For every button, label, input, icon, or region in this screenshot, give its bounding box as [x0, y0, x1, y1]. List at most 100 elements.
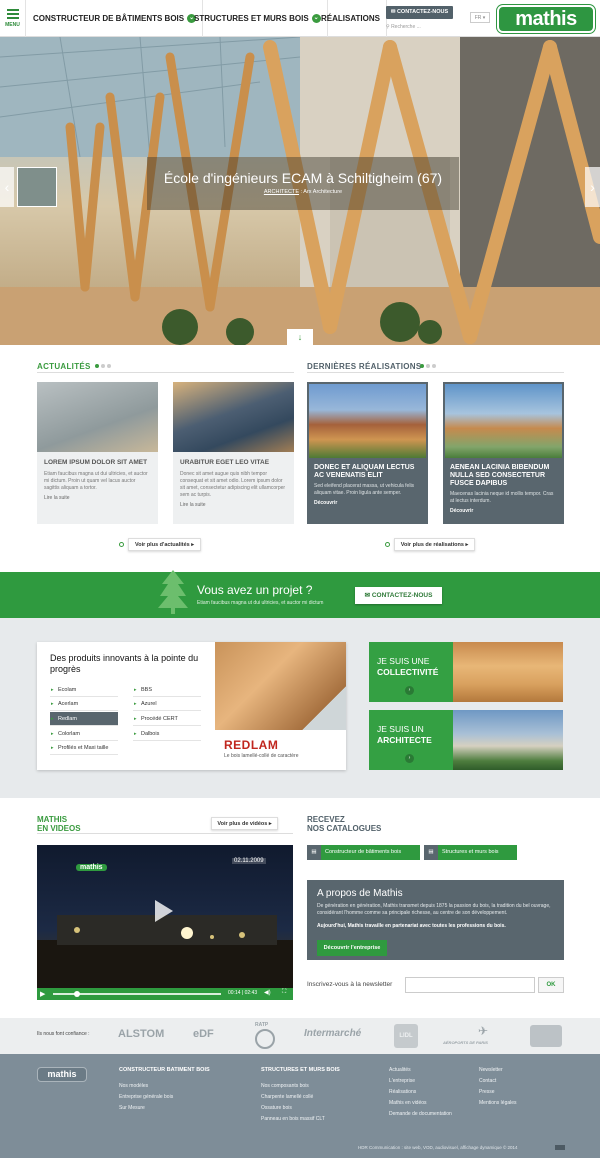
scroll-down-button[interactable]: ↓	[287, 329, 313, 345]
footer-link[interactable]: Ossature bois	[261, 1103, 325, 1114]
work-card[interactable]: AENEAN LACINIA BIBENDUM NULLA SED CONSEC…	[443, 382, 564, 524]
more-news-button[interactable]: Voir plus d'actualités ▸	[128, 538, 201, 551]
footer-link[interactable]: Nos modèles	[119, 1081, 173, 1092]
mathis-logo[interactable]: mathis	[497, 5, 595, 33]
news-card[interactable]: LOREM IPSUM DOLOR SIT AMET Etiam faucibu…	[37, 382, 158, 524]
hamburger-icon	[6, 9, 19, 19]
hero-title: École d'ingénieurs ECAM à Schiltigheim (…	[163, 170, 443, 186]
footer-link[interactable]: Actualités	[389, 1065, 452, 1076]
footer-link[interactable]: Mentions légales	[479, 1098, 517, 1109]
language-select[interactable]: FR ▾	[470, 12, 490, 23]
footer-link[interactable]: Newsletter	[479, 1065, 517, 1076]
role-line1: JE SUIS UNE	[377, 656, 430, 666]
product-link[interactable]: Ecolam	[50, 683, 118, 697]
works-pager-dots[interactable]	[420, 363, 438, 370]
architect-link[interactable]: ARCHITECTE	[264, 189, 299, 195]
nav-constructeur[interactable]: CONSTRUCTEUR DE BÂTIMENTS BOIS ⌄	[27, 0, 204, 37]
role-collectivite[interactable]: JE SUIS UNE COLLECTIVITÉ ›	[369, 642, 563, 702]
catalogue-constructeur-button[interactable]: ▤ Constructeur de bâtiments bois	[307, 845, 420, 860]
divider	[37, 833, 293, 834]
pager-dot[interactable]	[385, 542, 390, 547]
product-link[interactable]: BBS	[133, 683, 201, 697]
slide-thumbnail[interactable]	[17, 167, 57, 207]
role-text: JE SUIS UNE COLLECTIVITÉ	[377, 656, 438, 678]
mail-icon: ✉	[364, 592, 372, 599]
nav-label: RÉALISATIONS	[321, 14, 380, 23]
news-card[interactable]: URABITUR EGET LEO VITAE Donec sit amet a…	[173, 382, 294, 524]
divider	[37, 372, 294, 373]
role-line2: COLLECTIVITÉ	[377, 667, 439, 677]
partners-bar	[0, 1018, 600, 1054]
footer-col-1: Nos modèles Entreprise générale bois Sur…	[119, 1081, 173, 1114]
menu-button[interactable]: MENU	[0, 0, 26, 37]
work-link[interactable]: Découvrir	[443, 505, 564, 514]
footer-link[interactable]: Sur Mesure	[119, 1103, 173, 1114]
footer-heading[interactable]: CONSTRUCTEUR BATIMENT BOIS	[119, 1067, 210, 1073]
play-icon[interactable]	[155, 900, 173, 922]
footer-link[interactable]: Charpente lamellé collé	[261, 1092, 325, 1103]
more-works-button[interactable]: Voir plus de réalisations ▸	[394, 538, 475, 551]
catalogues-heading-2: NOS CATALOGUES	[307, 824, 382, 833]
more-label: Voir plus d'actualités	[135, 542, 190, 548]
newsletter-label: Inscrivez-vous à la newsletter	[307, 981, 393, 988]
hdr-logo-icon	[555, 1145, 565, 1150]
role-architecte[interactable]: JE SUIS UN ARCHITECTE ›	[369, 710, 563, 770]
videos-heading-2: EN VIDEOS	[37, 824, 81, 833]
progress-handle[interactable]	[74, 991, 80, 997]
footer-logo[interactable]: mathis	[37, 1067, 87, 1082]
news-pager-dots[interactable]	[95, 363, 113, 370]
about-button[interactable]: Découvrir l'entreprise	[317, 940, 387, 956]
role-text: JE SUIS UN ARCHITECTE	[377, 724, 432, 746]
product-link[interactable]: Colorlam	[50, 727, 118, 741]
header-contact-button[interactable]: ✉ CONTACTEZ-NOUS	[386, 6, 453, 19]
newsletter-input[interactable]	[405, 977, 535, 993]
products-title: Des produits innovants à la pointe du pr…	[50, 653, 199, 674]
footer-link[interactable]: Réalisations	[389, 1087, 452, 1098]
work-card[interactable]: DONEC ET ALIQUAM LECTUS AC VENENATIS ELI…	[307, 382, 428, 524]
nav-structures[interactable]: STRUCTURES ET MURS BOIS ⌄	[188, 0, 328, 37]
product-link[interactable]: Procédé CERT	[133, 712, 201, 726]
footer-link[interactable]: Mathis en vidéos	[389, 1098, 452, 1109]
chevron-right-icon: ›	[405, 754, 414, 763]
product-link-active[interactable]: Redlam	[50, 712, 118, 726]
work-text: Maecenas lacinia neque id mollis tempor.…	[450, 491, 554, 504]
prev-slide-button[interactable]: ‹	[0, 167, 14, 207]
product-link[interactable]: Dalbois	[133, 727, 201, 741]
footer-link[interactable]: Entreprise générale bois	[119, 1092, 173, 1103]
more-label: Voir plus de réalisations	[400, 542, 464, 548]
footer-link[interactable]: Panneau en bois massif CLT	[261, 1114, 325, 1125]
footer-link[interactable]: Nos composants bois	[261, 1081, 325, 1092]
play-button[interactable]: ▶	[40, 990, 45, 998]
footer-col-3: Actualités L'entreprise Réalisations Mat…	[389, 1065, 452, 1120]
volume-icon[interactable]: ◀)	[264, 989, 271, 996]
nav-realisations[interactable]: RÉALISATIONS	[315, 0, 387, 37]
product-link[interactable]: Azurel	[133, 697, 201, 711]
footer-col-4: Newsletter Contact Presse Mentions légal…	[479, 1065, 517, 1109]
footer-link[interactable]: Demande de documentation	[389, 1109, 452, 1120]
chevron-left-icon: ‹	[4, 179, 10, 195]
news-link[interactable]: Lire la suite	[37, 492, 158, 501]
search-input[interactable]: ⚲ Recherche ...	[386, 22, 466, 33]
footer-heading[interactable]: STRUCTURES ET MURS BOIS	[261, 1067, 340, 1073]
videos-heading: MATHIS EN VIDEOS	[37, 815, 81, 833]
catalogue-structures-button[interactable]: ▤ Structures et murs bois	[424, 845, 517, 860]
work-link[interactable]: Découvrir	[307, 497, 428, 506]
news-title: URABITUR EGET LEO VITAE	[180, 459, 270, 466]
fullscreen-icon[interactable]: ⛶	[282, 989, 286, 996]
footer-col-2: Nos composants bois Charpente lamellé co…	[261, 1081, 325, 1125]
product-link[interactable]: Profilés et Maxi taille	[50, 741, 118, 755]
next-slide-button[interactable]: ›	[585, 167, 600, 207]
newsletter-ok-button[interactable]: OK	[538, 977, 564, 993]
contact-label: CONTACTEZ-NOUS	[396, 9, 449, 15]
pager-dot[interactable]	[119, 542, 124, 547]
footer-link[interactable]: Presse	[479, 1087, 517, 1098]
footer-link[interactable]: L'entreprise	[389, 1076, 452, 1087]
product-link[interactable]: Acerlam	[50, 697, 118, 711]
works-heading: DERNIÈRES RÉALISATIONS	[307, 362, 422, 371]
news-link[interactable]: Lire la suite	[173, 499, 294, 508]
catalogues-heading: RECEVEZ NOS CATALOGUES	[307, 815, 381, 833]
banner-contact-button[interactable]: ✉ CONTACTEZ-NOUS	[355, 587, 442, 604]
more-videos-button[interactable]: Voir plus de vidéos ▸	[211, 817, 278, 830]
nav-label: CONSTRUCTEUR DE BÂTIMENTS BOIS	[33, 14, 185, 23]
footer-link[interactable]: Contact	[479, 1076, 517, 1087]
